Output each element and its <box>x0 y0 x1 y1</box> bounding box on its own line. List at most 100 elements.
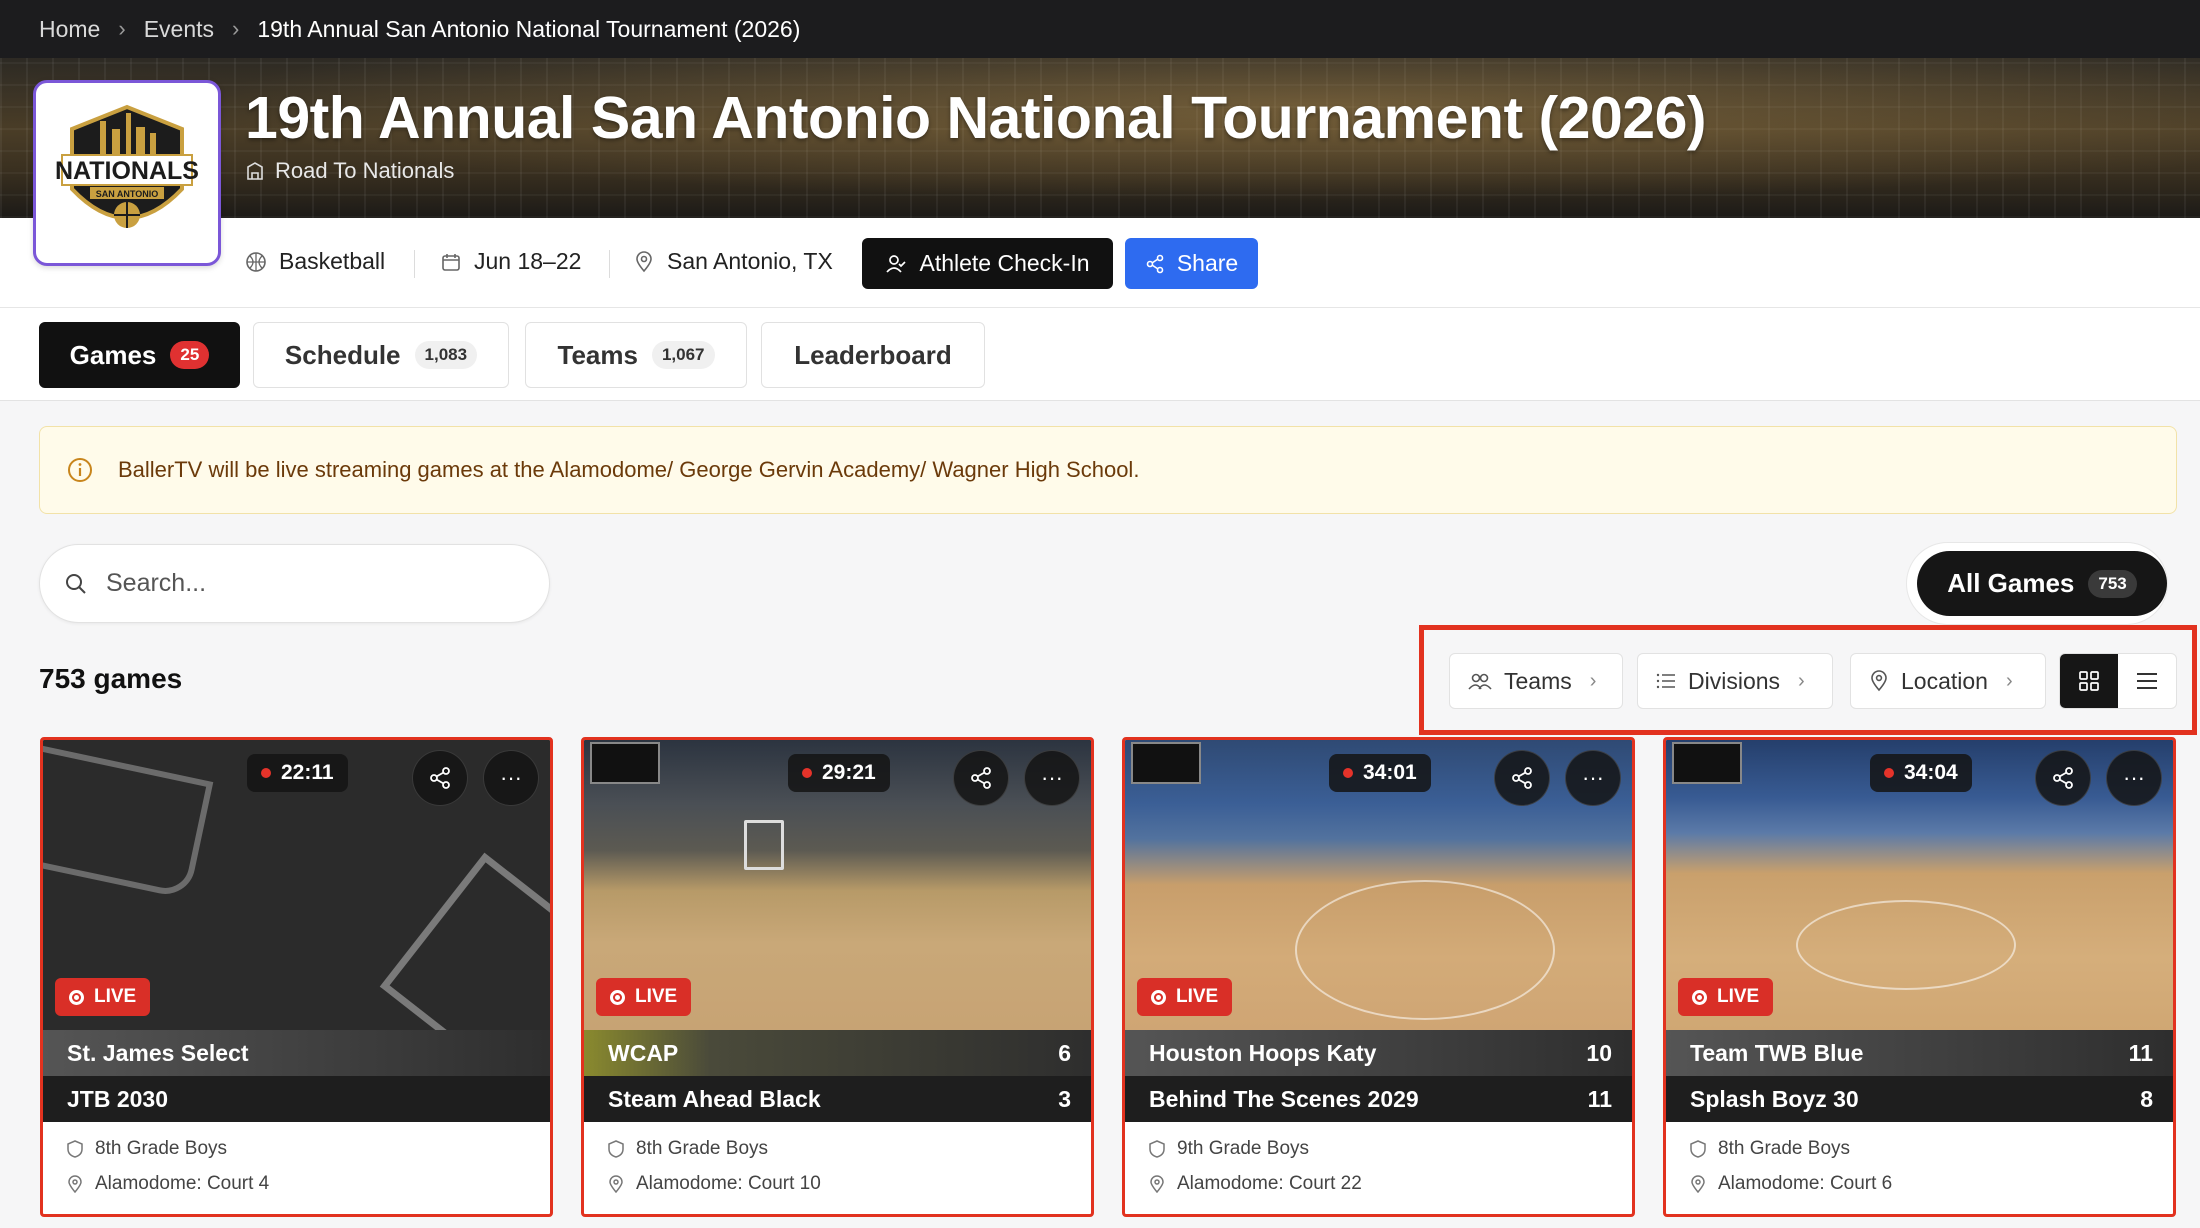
teams-filter-label: Teams <box>1504 667 1572 694</box>
all-games-button[interactable]: All Games 753 <box>1917 551 2167 616</box>
share-icon <box>1512 767 1532 789</box>
streaming-notice: BallerTV will be live streaming games at… <box>39 426 2177 514</box>
home-team-row: Team TWB Blue 11 <box>1666 1030 2173 1076</box>
building-icon <box>247 162 263 180</box>
share-label: Share <box>1176 250 1239 276</box>
live-dot-icon <box>1343 768 1353 778</box>
divisions-filter-button[interactable]: Divisions › <box>1637 653 1833 709</box>
game-clock-text: 29:21 <box>822 761 876 784</box>
map-pin-icon <box>609 1175 623 1193</box>
live-icon <box>1692 989 1707 1005</box>
team-name: St. James Select <box>67 1039 249 1066</box>
home-team-row: St. James Select <box>43 1030 550 1076</box>
more-options-button[interactable]: ··· <box>1565 750 1621 806</box>
location-filter-button[interactable]: Location › <box>1850 653 2046 709</box>
breadcrumb-current: 19th Annual San Antonio National Tournam… <box>257 15 801 42</box>
team-name: Behind The Scenes 2029 <box>1149 1085 1419 1112</box>
map-pin-icon <box>1871 670 1887 692</box>
all-games-label: All Games <box>1947 568 2075 598</box>
search-input[interactable] <box>106 569 506 598</box>
tab-schedule[interactable]: Schedule 1,083 <box>253 322 509 388</box>
away-team-row: Steam Ahead Black 3 <box>584 1076 1091 1122</box>
share-game-button[interactable] <box>953 750 1009 806</box>
search-box[interactable] <box>39 544 550 623</box>
scoreboard-graphic <box>590 742 660 784</box>
share-game-button[interactable] <box>1494 750 1550 806</box>
more-options-button[interactable]: ··· <box>2106 750 2162 806</box>
game-card[interactable]: 34:04 ··· LIVE Team TWB Blue 11 Splash Bo… <box>1663 737 2176 1217</box>
grid-view-button[interactable] <box>2060 654 2118 708</box>
user-check-icon <box>886 254 907 273</box>
game-division: 8th Grade Boys <box>67 1138 227 1160</box>
live-badge: LIVE <box>1678 978 1774 1016</box>
away-team-row: Splash Boyz 30 8 <box>1666 1076 2173 1122</box>
game-card[interactable]: 22:11 ··· LIVE St. James Select JTB 2030… <box>40 737 553 1217</box>
division-label: 8th Grade Boys <box>95 1138 228 1159</box>
away-team-row: Behind The Scenes 2029 11 <box>1125 1076 1632 1122</box>
live-label: LIVE <box>1176 986 1219 1007</box>
divider <box>609 250 610 278</box>
team-name: Steam Ahead Black <box>608 1085 821 1112</box>
divisions-filter-label: Divisions <box>1688 667 1781 694</box>
tab-leaderboard[interactable]: Leaderboard <box>761 322 985 388</box>
breadcrumb-home[interactable]: Home <box>39 16 100 43</box>
share-game-button[interactable] <box>412 750 468 806</box>
more-options-button[interactable]: ··· <box>1024 750 1080 806</box>
chevron-right-icon: › <box>232 16 240 41</box>
game-card[interactable]: 29:21 ··· LIVE WCAP 6 Steam Ahead Black 3 … <box>581 737 1094 1217</box>
event-logo: NATIONALS SAN ANTONIO <box>33 80 221 266</box>
ellipsis-icon: ··· <box>1041 765 1063 790</box>
live-icon <box>69 989 84 1005</box>
chevron-right-icon: › <box>118 16 126 41</box>
tab-games[interactable]: Games 25 <box>39 322 240 388</box>
team-name: WCAP <box>608 1039 679 1066</box>
svg-text:SAN ANTONIO: SAN ANTONIO <box>96 189 159 199</box>
more-options-button[interactable]: ··· <box>483 750 539 806</box>
home-team-row: WCAP 6 <box>584 1030 1091 1076</box>
team-score: 6 <box>1058 1039 1071 1066</box>
location-label: San Antonio, TX <box>667 248 833 274</box>
game-division: 8th Grade Boys <box>1690 1138 1850 1160</box>
athlete-checkin-button[interactable]: Athlete Check-In <box>862 238 1113 289</box>
scoreboard-graphic <box>1672 742 1742 784</box>
game-division: 8th Grade Boys <box>608 1138 768 1160</box>
calendar-icon <box>442 253 460 271</box>
share-icon <box>2053 767 2073 789</box>
teams-filter-button[interactable]: Teams › <box>1449 653 1623 709</box>
list-view-button[interactable] <box>2118 654 2176 708</box>
event-organizer[interactable]: Road To Nationals <box>245 158 454 184</box>
tab-count-badge: 1,083 <box>414 341 478 369</box>
checkin-label: Athlete Check-In <box>919 250 1090 276</box>
tab-teams[interactable]: Teams 1,067 <box>525 322 747 388</box>
live-label: LIVE <box>1717 986 1760 1007</box>
breadcrumb: Home › Events › 19th Annual San Antonio … <box>0 0 2200 58</box>
share-icon <box>430 767 450 789</box>
team-score: 11 <box>2128 1039 2153 1066</box>
live-dot-icon <box>261 768 271 778</box>
game-card[interactable]: 34:01 ··· LIVE Houston Hoops Katy 10 Behi… <box>1122 737 1635 1217</box>
grid-icon <box>2079 671 2099 691</box>
game-division: 9th Grade Boys <box>1149 1138 1309 1160</box>
court-label: Alamodome: Court 4 <box>95 1173 270 1194</box>
scoreboard-graphic <box>1131 742 1201 784</box>
share-button[interactable]: Share <box>1125 238 1258 289</box>
view-toggle <box>2059 653 2177 709</box>
tab-label: Games <box>69 339 157 370</box>
court-label: Alamodome: Court 10 <box>636 1173 821 1194</box>
divider <box>414 250 415 278</box>
shield-icon <box>1690 1140 1706 1158</box>
users-icon <box>1468 673 1492 690</box>
game-clock-text: 22:11 <box>281 761 334 784</box>
live-label: LIVE <box>635 986 678 1007</box>
game-court: Alamodome: Court 4 <box>67 1173 269 1195</box>
live-dot-icon <box>802 768 812 778</box>
tab-label: Teams <box>557 339 638 370</box>
breadcrumb-events[interactable]: Events <box>144 16 214 43</box>
game-court: Alamodome: Court 22 <box>1149 1173 1362 1195</box>
share-game-button[interactable] <box>2035 750 2091 806</box>
tab-label: Leaderboard <box>794 339 952 370</box>
team-score: 3 <box>1058 1085 1071 1112</box>
chevron-right-icon: › <box>2005 669 2013 692</box>
live-badge: LIVE <box>1137 978 1233 1016</box>
basketball-icon <box>246 251 266 272</box>
